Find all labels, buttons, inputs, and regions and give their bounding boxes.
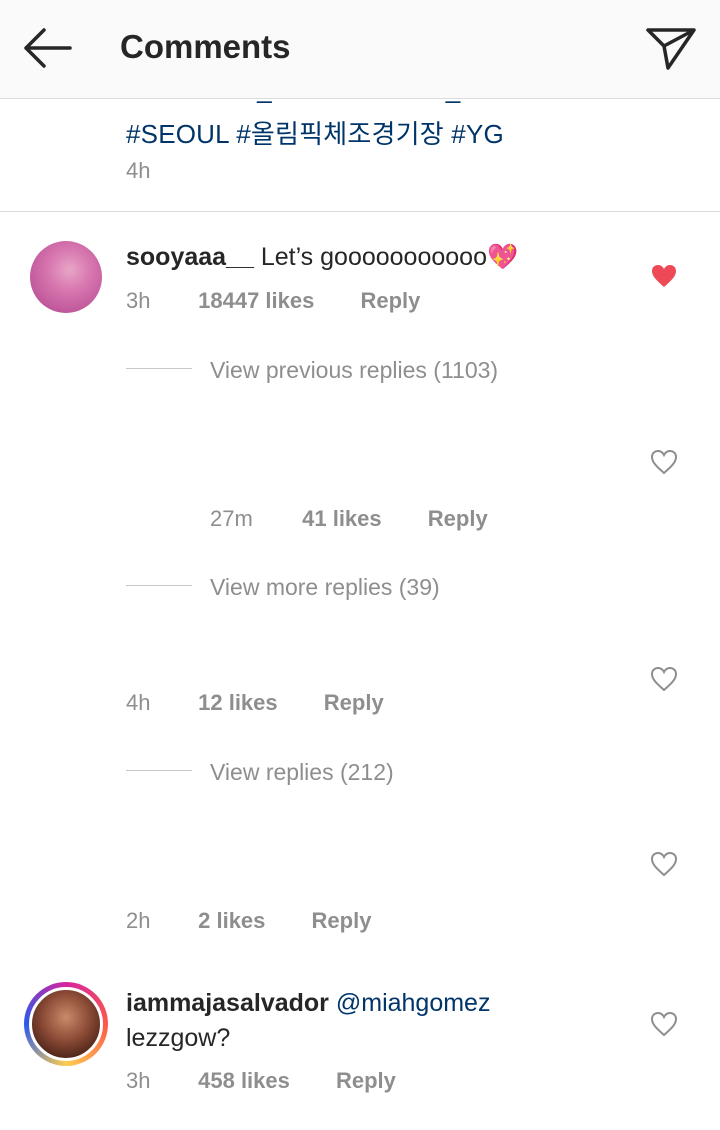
page-title: Comments <box>120 28 291 65</box>
heart-icon[interactable] <box>650 262 678 290</box>
replies-divider <box>126 585 192 586</box>
comment-username[interactable]: iammajasalvador <box>126 989 329 1017</box>
header-bar: Comments <box>0 0 720 99</box>
comment-meta: 3h 18447 likes Reply <box>126 288 420 314</box>
comment-likes[interactable]: 41 likes <box>302 506 382 532</box>
comment-meta: 3h 458 likes Reply <box>126 1068 396 1094</box>
comment-body: sooyaaa__ Let’s gooooooooooo💖 <box>126 243 518 272</box>
comment-meta: 2h 2 likes Reply <box>126 908 371 934</box>
comment-likes[interactable]: 12 likes <box>198 690 278 716</box>
caption-hashtags-line2[interactable]: #SEOUL #올림픽체조경기장 #YG <box>126 114 504 151</box>
paper-plane-icon <box>646 28 696 70</box>
heart-icon[interactable] <box>650 1010 678 1038</box>
view-replies-link[interactable]: View replies (212) <box>210 759 394 786</box>
comment-meta: 4h 12 likes Reply <box>126 690 384 716</box>
comment-likes[interactable]: 458 likes <box>198 1068 290 1094</box>
comment-username[interactable]: sooyaaa__ <box>126 243 254 271</box>
replies-divider <box>126 368 192 369</box>
reply-button[interactable]: Reply <box>428 506 488 532</box>
comment-time: 4h <box>126 690 151 715</box>
caption-divider <box>0 211 720 212</box>
reply-button[interactable]: Reply <box>312 908 372 934</box>
caption-timestamp: 4h <box>126 158 151 183</box>
reply-button[interactable]: Reply <box>336 1068 396 1094</box>
view-previous-replies-link[interactable]: View previous replies (1103) <box>210 357 498 384</box>
avatar[interactable] <box>29 987 103 1061</box>
comment-likes[interactable]: 2 likes <box>198 908 265 934</box>
comment-time: 3h <box>126 1068 151 1093</box>
heart-icon[interactable] <box>650 448 678 476</box>
comment-time: 2h <box>126 908 151 933</box>
reply-meta: 27m 41 likes Reply <box>210 506 488 532</box>
reply-button[interactable]: Reply <box>324 690 384 716</box>
back-button[interactable] <box>16 22 76 74</box>
comment-text: lezzgow? <box>126 1024 231 1052</box>
arrow-left-icon <box>24 28 72 68</box>
reply-button[interactable]: Reply <box>360 288 420 314</box>
view-more-replies-link[interactable]: View more replies (39) <box>210 574 440 601</box>
comment-mention[interactable]: @miahgomez <box>336 989 491 1017</box>
comment-likes[interactable]: 18447 likes <box>198 288 314 314</box>
comment-text: Let’s gooooooooooo💖 <box>260 243 519 271</box>
comment-time: 27m <box>210 506 253 531</box>
share-button[interactable] <box>640 20 702 76</box>
avatar[interactable] <box>30 241 102 313</box>
replies-divider <box>126 770 192 771</box>
heart-icon[interactable] <box>650 665 678 693</box>
comment-time: 3h <box>126 288 151 313</box>
comment-body: iammajasalvador @miahgomez <box>126 989 490 1018</box>
heart-icon[interactable] <box>650 850 678 878</box>
